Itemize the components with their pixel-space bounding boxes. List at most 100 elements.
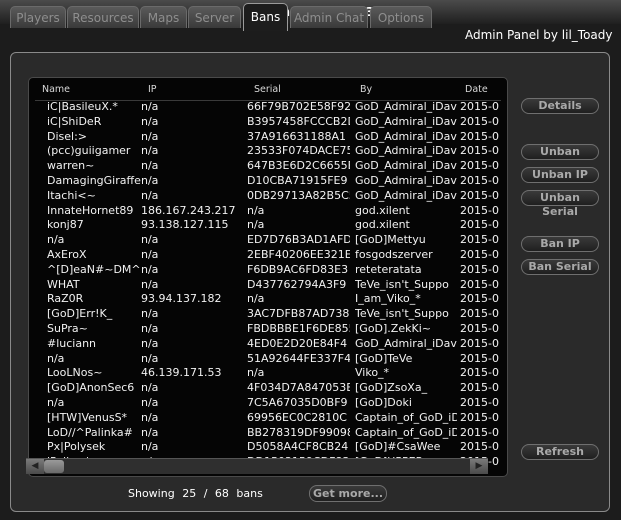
table-row[interactable]: n/a n/a 51A92644FE337F4 [GoD]TeVe 2015-0 bbox=[29, 352, 507, 367]
tab-admin-chat[interactable]: Admin Chat bbox=[290, 6, 368, 28]
table-row[interactable]: InnateHornet89 186.167.243.217 n/a god.xile… bbox=[29, 204, 507, 219]
ban-name: ^[D]eaN#~DM^ bbox=[47, 262, 141, 276]
ban-by: [GoD]Mettyu bbox=[355, 233, 426, 247]
ban-date: 2015-0 bbox=[460, 321, 499, 335]
ban-ip: n/a bbox=[141, 336, 159, 350]
table-row[interactable]: ^[D]eaN#~DM^ n/a F6DB9AC6FD83E3 reteteratat… bbox=[29, 263, 507, 278]
ban-name: n/a bbox=[47, 351, 65, 365]
table-row[interactable]: Disel:> n/a 37A916631188A1 GoD_Admiral_iDav… bbox=[29, 130, 507, 145]
ban-date: 2015-0 bbox=[460, 425, 499, 439]
ban-by: Viko_* bbox=[355, 366, 390, 380]
ban-name: Px|Polysek bbox=[47, 440, 106, 454]
column-header-name[interactable]: Name bbox=[42, 84, 70, 95]
ban-by: GoD_Admiral_iDave bbox=[355, 100, 457, 113]
ban-serial: n/a bbox=[247, 218, 265, 232]
scroll-thumb[interactable] bbox=[44, 460, 64, 473]
unban-serial-button[interactable]: Unban Serial bbox=[521, 190, 599, 218]
ban-name: iC|ShiDeR bbox=[47, 114, 102, 128]
ban-serial: ED7D76B3AD1AFD bbox=[247, 233, 350, 247]
tab-bans[interactable]: Bans bbox=[243, 3, 288, 31]
table-row[interactable]: LoD//^Palinka# n/a BB278319DF99098 Captain_… bbox=[29, 426, 507, 441]
ban-serial: 2EBF40206EE321E bbox=[247, 247, 350, 261]
ban-serial: D437762794A3F9 bbox=[247, 277, 347, 291]
right-arrow-icon[interactable]: ▶ bbox=[470, 459, 488, 474]
ban-by: [GoD].ZekKi~ bbox=[355, 321, 431, 335]
unban-button[interactable]: Unban bbox=[521, 144, 599, 160]
ban-serial: n/a bbox=[247, 292, 265, 306]
table-row[interactable]: (pcc)guiigamer n/a 23533F074DACE75 GoD_Admi… bbox=[29, 144, 507, 159]
table-row[interactable]: AxEroX n/a 2EBF40206EE321E fosgodszerver 201… bbox=[29, 248, 507, 263]
table-row[interactable]: [GoD]Err!K_ n/a 3AC7DFB87AD738 TeVe_isn't_S… bbox=[29, 307, 507, 322]
ban-date: 2015-0 bbox=[460, 277, 499, 291]
table-row[interactable]: Px|Polysek n/a D5058A4CF8CB24 [GoD]#CsaWee 2… bbox=[29, 440, 507, 455]
showing-status: Showing 25 / 68 bans bbox=[128, 487, 267, 500]
ban-date: 2015-0 bbox=[460, 381, 499, 395]
ban-serial: BB278319DF99098 bbox=[247, 425, 350, 439]
table-row[interactable]: warren~ n/a 647B3E6D2C6655E GoD_Admiral_iDa… bbox=[29, 159, 507, 174]
table-row[interactable]: SuPra~ n/a FBDBBBE1F6DE855 [GoD].ZekKi~ 2015… bbox=[29, 322, 507, 337]
ban-ip: n/a bbox=[141, 277, 159, 291]
tab-server[interactable]: Server bbox=[188, 6, 241, 28]
shown-count: 25 bbox=[182, 487, 197, 500]
ban-by: GoD_Admiral_iDave bbox=[355, 188, 457, 202]
ban-date: 2015-0 bbox=[460, 100, 499, 113]
tab-maps[interactable]: Maps bbox=[140, 6, 187, 28]
table-row[interactable]: konj87 93.138.127.115 n/a god.xilent 2015-0 bbox=[29, 218, 507, 233]
ban-serial: B3957458FCCCB2D bbox=[247, 114, 350, 128]
ban-date: 2015-0 bbox=[460, 292, 499, 306]
table-row[interactable]: RaZ0R 93.94.137.182 n/a I_am_Viko_* 2015-0 bbox=[29, 292, 507, 307]
table-row[interactable]: Itachi<~ n/a 0DB29713A82B5C5 GoD_Admiral_iD… bbox=[29, 189, 507, 204]
table-row[interactable]: #luciann n/a 4ED0E2D20E84F4 GoD_Admiral_iDa… bbox=[29, 337, 507, 352]
ban-serial: n/a bbox=[247, 366, 265, 380]
ban-date: 2015-0 bbox=[460, 144, 499, 158]
column-header-serial[interactable]: Serial bbox=[254, 84, 281, 95]
ban-date: 2015-0 bbox=[460, 203, 499, 217]
ban-ip: n/a bbox=[141, 410, 159, 424]
left-arrow-icon[interactable]: ◀ bbox=[26, 459, 44, 474]
table-row[interactable]: iC|ShiDeR n/a B3957458FCCCB2D GoD_Admiral_i… bbox=[29, 115, 507, 130]
details-button[interactable]: Details bbox=[521, 98, 599, 114]
get-more-button[interactable]: Get more... bbox=[309, 485, 387, 502]
unban-ip-button[interactable]: Unban IP bbox=[521, 167, 599, 183]
ban-date: 2015-0 bbox=[460, 218, 499, 232]
ban-ip: n/a bbox=[141, 233, 159, 247]
ban-ip-button[interactable]: Ban IP bbox=[521, 236, 599, 252]
tab-options[interactable]: Options bbox=[370, 6, 432, 28]
table-row[interactable]: iC|BasileuX.* n/a 66F79B702E58F92 GoD_Admir… bbox=[29, 100, 507, 115]
ban-by: TeVe_isn't_Suppo bbox=[355, 307, 449, 321]
table-row[interactable]: LooLNos~ 46.139.171.53 n/a Viko_* 2015-0 bbox=[29, 366, 507, 381]
ban-date: 2015-0 bbox=[460, 307, 499, 321]
table-row[interactable]: DamagingGiraffe n/a D10CBA71915FE9 GoD_Admi… bbox=[29, 174, 507, 189]
ban-serial-button[interactable]: Ban Serial bbox=[521, 259, 599, 275]
ban-by: I_am_Viko_* bbox=[355, 292, 421, 306]
ban-name: [GoD]AnonSec6 bbox=[47, 381, 135, 395]
column-header-ip[interactable]: IP bbox=[148, 84, 157, 95]
ban-ip: 93.94.137.182 bbox=[141, 292, 222, 306]
table-row[interactable]: [GoD]AnonSec6 n/a 4F034D7A847053E [GoD]ZsoX… bbox=[29, 381, 507, 396]
tab-players[interactable]: Players bbox=[10, 6, 66, 28]
ban-date: 2015-0 bbox=[460, 129, 499, 143]
ban-date: 2015-0 bbox=[460, 410, 499, 424]
column-header-by[interactable]: By bbox=[360, 84, 372, 95]
ban-ip: n/a bbox=[141, 188, 159, 202]
ban-serial: 4ED0E2D20E84F4 bbox=[247, 336, 348, 350]
ban-date: 2015-0 bbox=[460, 159, 499, 173]
ban-name: [HTW]VenusS* bbox=[47, 410, 128, 424]
table-row[interactable]: n/a n/a ED7D76B3AD1AFD [GoD]Mettyu 2015-0 bbox=[29, 233, 507, 248]
bans-list[interactable]: Name IP Serial By Date iC|BasileuX.* n/a 6… bbox=[28, 77, 508, 477]
table-row[interactable]: WHAT n/a D437762794A3F9 TeVe_isn't_Suppo 201… bbox=[29, 278, 507, 293]
ban-name: warren~ bbox=[47, 159, 95, 173]
table-row[interactable]: n/a n/a 7C5A67035D0BF9 [GoD]Doki 2015-0 bbox=[29, 396, 507, 411]
refresh-button[interactable]: Refresh bbox=[521, 444, 599, 460]
ban-date: 2015-0 bbox=[460, 188, 499, 202]
ban-serial: 4F034D7A847053E bbox=[247, 381, 350, 395]
table-row[interactable]: [HTW]VenusS* n/a 69956EC0C2810C Captain_of_… bbox=[29, 411, 507, 426]
ban-date: 2015-0 bbox=[460, 173, 499, 187]
ban-serial: D10CBA71915FE9 bbox=[247, 173, 348, 187]
horizontal-scrollbar[interactable]: ◀ ▶ bbox=[26, 458, 488, 474]
column-header-date[interactable]: Date bbox=[465, 84, 488, 95]
ban-ip: n/a bbox=[141, 144, 159, 158]
ban-ip: n/a bbox=[141, 395, 159, 409]
tab-resources[interactable]: Resources bbox=[67, 6, 139, 28]
ban-ip: n/a bbox=[141, 381, 159, 395]
